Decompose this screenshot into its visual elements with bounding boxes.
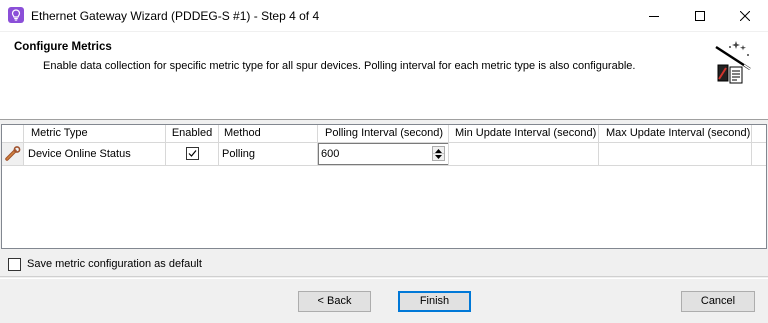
column-header-min-update-interval[interactable]: Min Update Interval (second) xyxy=(449,125,599,142)
wrench-icon xyxy=(4,146,20,161)
table-row[interactable]: Device Online Status Polling 600 xyxy=(2,143,766,166)
row-indicator[interactable] xyxy=(2,143,24,165)
title-bar: Ethernet Gateway Wizard (PDDEG-S #1) - S… xyxy=(0,0,768,31)
column-header-method[interactable]: Method xyxy=(219,125,318,142)
window-title: Ethernet Gateway Wizard (PDDEG-S #1) - S… xyxy=(31,9,320,23)
maximize-icon xyxy=(695,10,705,21)
finish-button[interactable]: Finish xyxy=(398,291,471,312)
enabled-checkbox[interactable] xyxy=(186,147,199,160)
checkmark-icon xyxy=(188,150,197,157)
column-header-indicator xyxy=(2,125,24,142)
column-header-polling-interval[interactable]: Polling Interval (second) xyxy=(318,125,449,142)
back-button[interactable]: < Back xyxy=(298,291,371,312)
page-description: Enable data collection for specific metr… xyxy=(43,60,636,72)
column-header-metric-type[interactable]: Metric Type xyxy=(24,125,166,142)
max-update-interval-cell[interactable] xyxy=(599,143,752,165)
wizard-header: Configure Metrics Enable data collection… xyxy=(0,31,768,120)
save-default-label[interactable]: Save metric configuration as default xyxy=(27,258,202,270)
polling-interval-input[interactable]: 600 xyxy=(318,143,448,165)
enabled-cell[interactable] xyxy=(166,143,219,165)
min-update-interval-cell[interactable] xyxy=(449,143,599,165)
wizard-window: Ethernet Gateway Wizard (PDDEG-S #1) - S… xyxy=(0,0,768,323)
polling-interval-cell[interactable]: 600 xyxy=(318,143,449,165)
close-icon xyxy=(740,10,750,21)
metric-type-cell[interactable]: Device Online Status xyxy=(24,143,166,165)
maximize-button[interactable] xyxy=(677,0,723,31)
wizard-wand-icon xyxy=(715,41,751,84)
grid-header: Metric Type Enabled Method Polling Inter… xyxy=(2,125,766,143)
minimize-icon xyxy=(649,15,659,17)
page-title: Configure Metrics xyxy=(14,41,112,53)
minimize-button[interactable] xyxy=(631,0,677,31)
metrics-grid: Metric Type Enabled Method Polling Inter… xyxy=(1,124,767,249)
method-cell[interactable]: Polling xyxy=(219,143,318,165)
spin-down-button[interactable] xyxy=(433,153,444,160)
close-button[interactable] xyxy=(722,0,768,31)
cancel-button[interactable]: Cancel xyxy=(681,291,755,312)
arrow-up-icon xyxy=(435,148,442,153)
save-default-checkbox[interactable] xyxy=(8,258,21,271)
wizard-footer: < Back Finish Cancel xyxy=(0,278,768,323)
column-header-max-update-interval[interactable]: Max Update Interval (second) xyxy=(599,125,752,142)
options-strip: Save metric configuration as default xyxy=(0,251,768,277)
row-filler-cell xyxy=(752,143,766,165)
lightbulb-icon xyxy=(8,7,24,23)
arrow-down-icon xyxy=(435,155,442,159)
column-header-enabled[interactable]: Enabled xyxy=(166,125,219,142)
column-header-filler xyxy=(752,125,766,142)
polling-interval-spinner[interactable] xyxy=(432,146,445,161)
